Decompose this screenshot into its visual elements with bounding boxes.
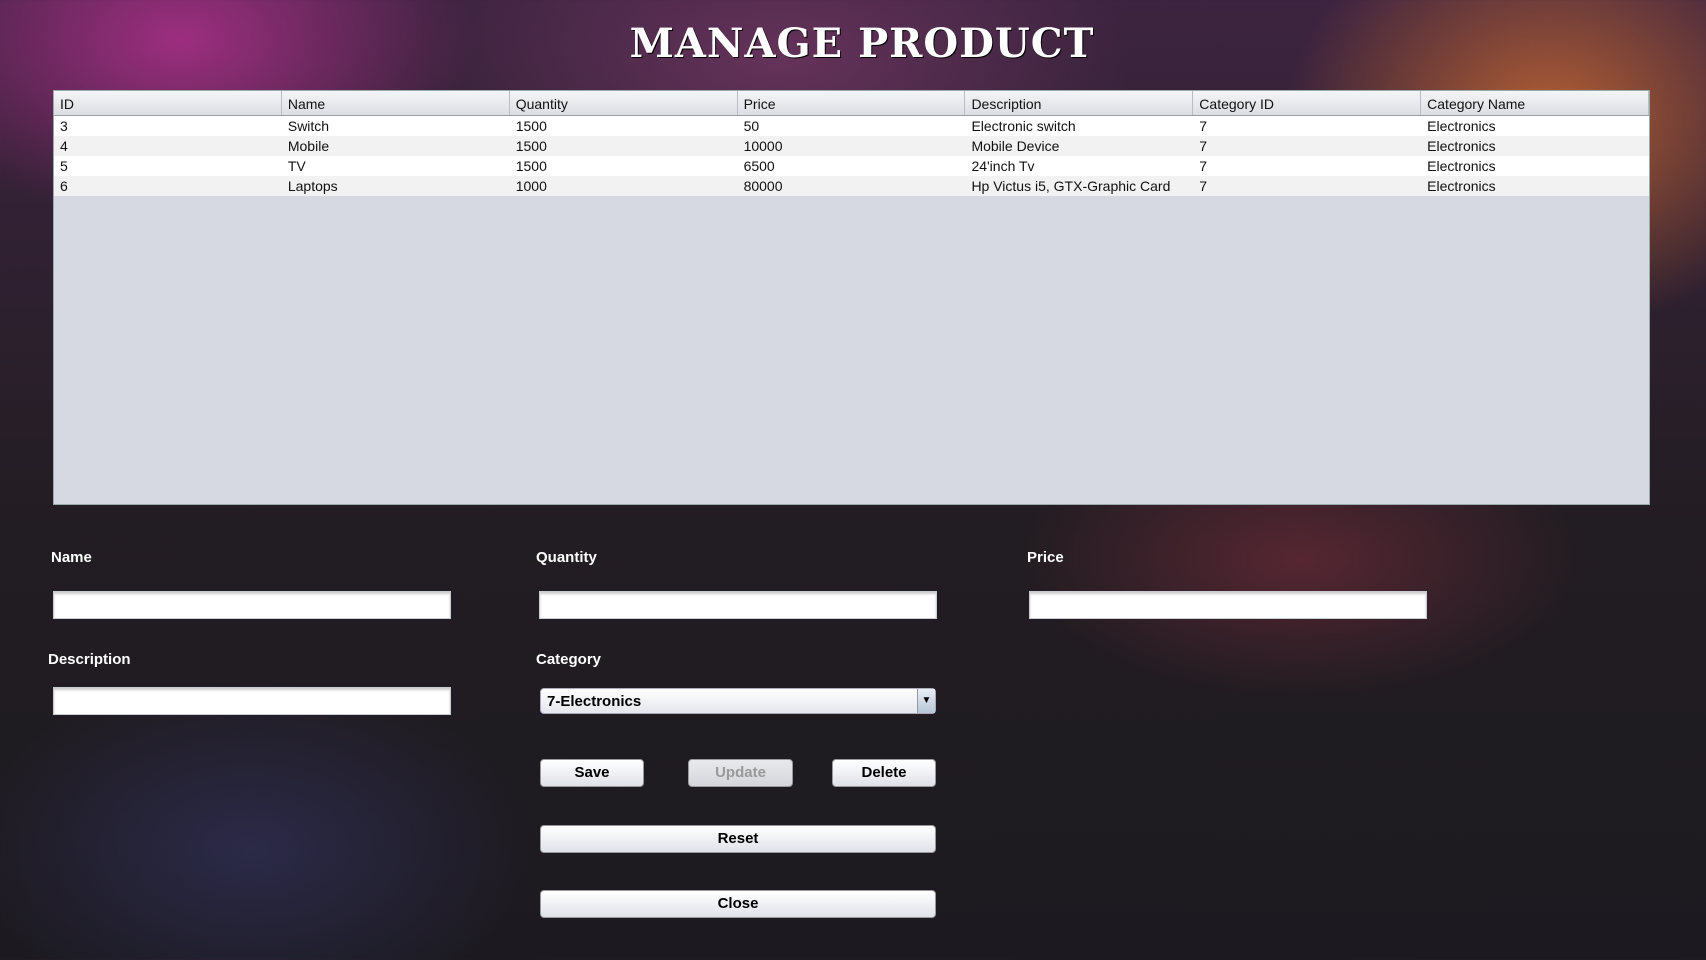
chevron-down-icon[interactable]: ▼ [917, 689, 935, 713]
quantity-input[interactable] [539, 591, 937, 619]
table-row[interactable]: 4 Mobile 1500 10000 Mobile Device 7 Electronic… [54, 136, 1649, 156]
table-cell: Switch [287, 118, 330, 134]
table-cell: 10000 [743, 138, 783, 154]
table-cell: Electronic switch [971, 118, 1076, 134]
name-input[interactable] [53, 591, 451, 619]
close-button[interactable]: Close [540, 890, 936, 918]
table-cell: Mobile [287, 138, 330, 154]
table-cell: 1500 [515, 158, 547, 174]
table-cell: 24'inch Tv [971, 158, 1035, 174]
description-input[interactable] [53, 687, 451, 715]
table-cell: Electronics [1427, 118, 1496, 134]
table-cell: 6500 [743, 158, 775, 174]
quantity-label: Quantity [536, 549, 597, 566]
table-cell: Mobile Device [971, 138, 1060, 154]
page-title: MANAGE PRODUCT [629, 20, 1095, 67]
table-cell: Electronics [1427, 178, 1496, 194]
table-cell: 7 [1199, 158, 1208, 174]
table-row[interactable]: 3 Switch 1500 50 Electronic switch 7 Electroni… [54, 116, 1649, 136]
delete-button[interactable]: Delete [832, 759, 936, 787]
category-label: Category [536, 651, 602, 668]
reset-button[interactable]: Reset [540, 825, 936, 853]
price-input[interactable] [1029, 591, 1427, 619]
table-cell: 7 [1199, 138, 1208, 154]
table-cell: 50 [743, 118, 760, 134]
column-header[interactable]: Name [282, 91, 510, 115]
table-cell: 80000 [743, 178, 783, 194]
table-cell: Hp Victus i5, GTX-Graphic Card [971, 178, 1171, 194]
column-header[interactable]: Quantity [510, 91, 738, 115]
category-dropdown[interactable]: 7-Electronics ▼ [540, 688, 936, 714]
table-header: ID Name Quantity Price Description Category I… [54, 91, 1650, 116]
table-cell: Electronics [1427, 158, 1496, 174]
price-label: Price [1027, 549, 1064, 566]
column-header[interactable]: ID [54, 91, 282, 115]
table-cell: 6 [60, 178, 68, 194]
table-cell: 1500 [515, 118, 547, 134]
table-row[interactable]: 5 TV 1500 6500 24'inch Tv 7 Electronics [54, 156, 1649, 176]
save-button[interactable]: Save [540, 759, 644, 787]
category-selected: 7-Electronics [547, 693, 642, 710]
column-header[interactable]: Category Name [1421, 91, 1650, 115]
column-header[interactable]: Description [965, 91, 1194, 115]
table-cell: 7 [1199, 178, 1208, 194]
update-button[interactable]: Update [688, 759, 793, 787]
table-cell: 7 [1199, 118, 1208, 134]
table-cell: TV [287, 158, 306, 174]
table-row[interactable]: 6 Laptops 1000 80000 Hp Victus i5, GTX-Graph… [54, 176, 1649, 196]
table-cell: 4 [60, 138, 68, 154]
name-label: Name [51, 549, 92, 566]
table-cell: 1500 [515, 138, 547, 154]
table-cell: 1000 [515, 178, 547, 194]
column-header[interactable]: Price [738, 91, 966, 115]
table-cell: Electronics [1427, 138, 1496, 154]
table-cell: Laptops [287, 178, 338, 194]
column-header[interactable]: Category ID [1193, 91, 1422, 115]
table-body: 3 Switch 1500 50 Electronic switch 7 Electroni… [54, 116, 1649, 196]
products-table[interactable]: ID Name Quantity Price Description Category I… [53, 90, 1650, 505]
table-cell: 5 [60, 158, 68, 174]
table-cell: 3 [60, 118, 68, 134]
description-label: Description [48, 651, 131, 668]
